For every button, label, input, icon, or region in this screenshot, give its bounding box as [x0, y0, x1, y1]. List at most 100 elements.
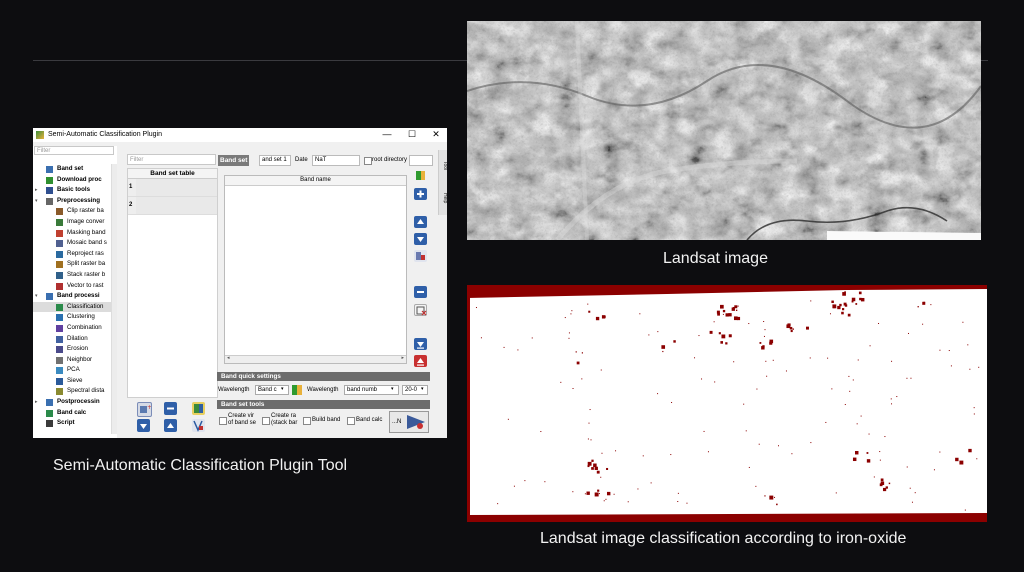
create-raster-checkbox[interactable] — [262, 417, 270, 425]
scroll-right-icon[interactable]: ▸ — [401, 355, 404, 361]
run-button[interactable]: ...N — [389, 411, 429, 433]
minimize-button[interactable]: — — [379, 129, 395, 139]
sidebar-item[interactable]: ▾ Preprocessing — [33, 196, 117, 207]
iron-oxide-speck — [852, 457, 857, 462]
iron-oxide-speck — [735, 305, 737, 308]
sidebar-item[interactable]: ▸ Postprocessin — [33, 397, 117, 408]
sidebar-item-label: Sieve — [67, 376, 83, 384]
iron-oxide-speck — [606, 491, 611, 496]
sidebar-item-label: Masking band — [67, 228, 106, 236]
add-band-set-button[interactable]: + — [137, 402, 152, 417]
date-field[interactable]: NaT — [312, 155, 360, 166]
band-set-tool-button[interactable] — [192, 402, 205, 415]
band-up-button[interactable] — [414, 216, 427, 228]
scroll-left-icon[interactable]: ◂ — [227, 355, 230, 361]
import-button[interactable] — [414, 338, 427, 350]
iron-oxide-speck — [851, 297, 856, 302]
sieve-icon — [56, 377, 63, 385]
sidebar-item[interactable]: Download proc — [33, 175, 117, 186]
iron-oxide-speck — [725, 342, 728, 345]
expand-arrow-icon[interactable]: ▾ — [35, 291, 38, 302]
table-row-header[interactable]: 2 — [128, 197, 136, 215]
sort-bands-button[interactable] — [414, 250, 427, 262]
iron-oxide-speck — [588, 422, 590, 424]
iron-oxide-speck — [586, 491, 590, 495]
band-set-filter-input[interactable]: Filter — [127, 154, 216, 165]
sidebar-item[interactable]: Sieve — [33, 376, 117, 387]
add-band-button[interactable] — [414, 188, 427, 200]
iron-oxide-speck — [950, 365, 952, 367]
iron-oxide-speck — [831, 300, 834, 304]
sidebar-item[interactable]: Clip raster ba — [33, 206, 117, 217]
move-down-button[interactable] — [137, 419, 150, 432]
sidebar-item[interactable]: Neighbor — [33, 355, 117, 366]
iron-oxide-speck — [910, 377, 912, 379]
table-row-header[interactable]: 1 — [128, 179, 136, 197]
sidebar-item[interactable]: Split raster ba — [33, 259, 117, 270]
remove-band-set-button[interactable] — [164, 402, 177, 415]
create-vrt-checkbox[interactable] — [219, 417, 227, 425]
iron-oxide-speck — [517, 349, 519, 351]
tree-filter-input[interactable]: Filter — [34, 146, 114, 155]
sidebar-item[interactable]: PCA — [33, 365, 117, 376]
add-band-set-icon: + — [140, 404, 152, 413]
root-directory-field[interactable] — [409, 155, 433, 166]
band-set-spinbox[interactable]: and set 1 — [259, 155, 291, 166]
iron-oxide-speck — [735, 309, 738, 312]
sidebar-item[interactable]: Band calc — [33, 408, 117, 419]
root-directory-checkbox[interactable] — [364, 157, 372, 165]
band-calc-checkbox[interactable] — [347, 417, 355, 425]
sidebar-item[interactable]: Combination — [33, 323, 117, 334]
sidebar-item[interactable]: Band set — [33, 164, 117, 175]
iron-oxide-speck — [755, 485, 757, 487]
iron-oxide-speck — [594, 492, 599, 497]
sidebar-item[interactable]: Image conver — [33, 217, 117, 228]
add-band-from-file-button[interactable] — [414, 169, 427, 181]
iron-oxide-speck — [906, 466, 908, 468]
image-convert-icon — [56, 218, 63, 226]
quick-settings-row: Wavelength Band c ▾ Wavelength band numb… — [217, 383, 430, 397]
clear-bands-button[interactable] — [414, 304, 427, 316]
close-button[interactable]: ✕ — [428, 129, 444, 140]
remove-band-button[interactable] — [414, 286, 427, 298]
move-up-button[interactable] — [164, 419, 177, 432]
postprocessing-icon — [46, 399, 53, 407]
maximize-button[interactable]: ☐ — [404, 129, 420, 140]
sidebar-item[interactable]: ▸ Basic tools — [33, 185, 117, 196]
build-band-checkbox[interactable] — [303, 417, 311, 425]
sidebar-item[interactable]: Reproject ras — [33, 249, 117, 260]
sidebar-item[interactable]: ▾ Band processi — [33, 291, 117, 302]
table-row[interactable] — [136, 179, 217, 197]
sidebar-item[interactable]: Script — [33, 418, 117, 429]
sidebar-item[interactable]: Dilation — [33, 334, 117, 345]
iron-oxide-speck — [917, 306, 919, 308]
tab-help[interactable]: Help — [439, 184, 447, 212]
band-table-scrollbar[interactable]: ◂ ▸ — [225, 355, 406, 363]
sort-button[interactable] — [192, 419, 205, 432]
band-down-button[interactable] — [414, 233, 427, 245]
iron-oxide-speck — [888, 482, 891, 485]
date-select[interactable]: 20-0 — [402, 385, 428, 395]
sidebar-item[interactable]: Classification — [33, 301, 117, 313]
export-button[interactable] — [414, 355, 427, 367]
sidebar-item[interactable]: Spectral dista — [33, 386, 117, 397]
iron-oxide-speck — [593, 463, 597, 468]
iron-oxide-speck — [842, 308, 845, 311]
sidebar-item[interactable]: Masking band — [33, 228, 117, 239]
sidebar-item[interactable]: Stack raster b — [33, 270, 117, 281]
iron-oxide-speck — [809, 357, 811, 359]
sidebar-item[interactable]: Clustering — [33, 312, 117, 323]
table-row[interactable] — [136, 197, 217, 215]
set-wavelength-button[interactable] — [291, 383, 304, 396]
iron-oxide-speck — [733, 361, 735, 363]
iron-oxide-speck — [976, 458, 978, 460]
expand-arrow-icon[interactable]: ▾ — [35, 196, 38, 207]
expand-arrow-icon[interactable]: ▸ — [35, 185, 38, 196]
sidebar-item[interactable]: Vector to rast — [33, 281, 117, 292]
sidebar-item[interactable]: Erosion — [33, 344, 117, 355]
sidebar-item[interactable]: Mosaic band s — [33, 238, 117, 249]
tree-scrollbar[interactable] — [111, 164, 117, 434]
classification-caption: Landsat image classification according t… — [540, 530, 907, 547]
expand-arrow-icon[interactable]: ▸ — [35, 397, 38, 408]
tab-tool[interactable]: Tool — [439, 152, 447, 180]
